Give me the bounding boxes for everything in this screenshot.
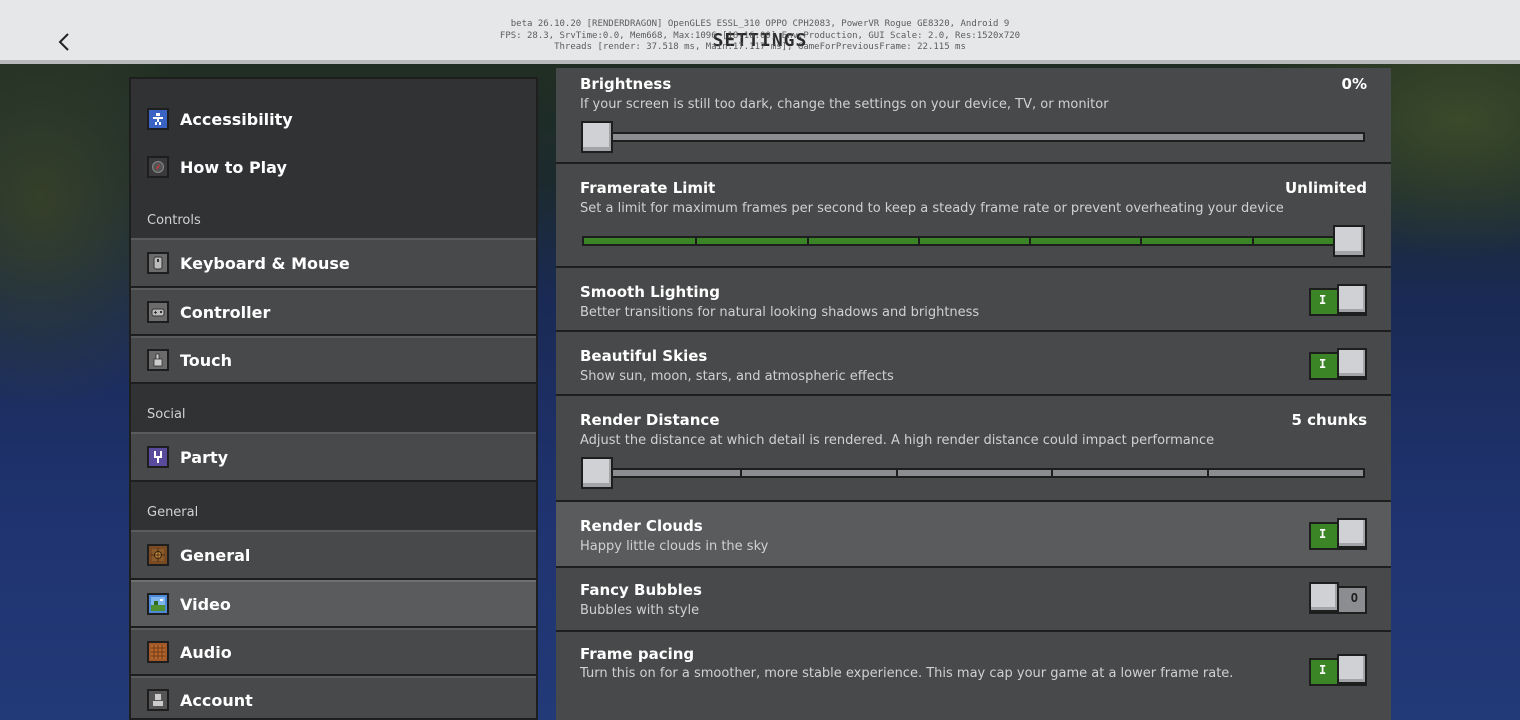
- beautiful-skies-toggle[interactable]: I: [1309, 348, 1367, 382]
- setting-title: Render Clouds: [580, 517, 703, 535]
- setting-description: Show sun, moon, stars, and atmospheric e…: [580, 369, 894, 384]
- brightness-slider[interactable]: [582, 132, 1365, 142]
- section-label-social: Social: [147, 407, 186, 422]
- setting-fancy-bubbles: Fancy Bubbles Bubbles with style O: [556, 568, 1391, 632]
- setting-render-distance: Render Distance 5 chunks Adjust the dist…: [556, 396, 1391, 502]
- slider-notch: [1207, 468, 1209, 478]
- note-block-icon: [147, 641, 169, 663]
- setting-description: Bubbles with style: [580, 603, 700, 618]
- slider-notch: [1252, 236, 1254, 246]
- account-icon: [147, 689, 169, 711]
- debug-line: Threads [render: 37.518 ms, Main:17.117 …: [554, 42, 966, 52]
- slider-notch: [1140, 236, 1142, 246]
- sidebar-item-label: How to Play: [180, 157, 287, 177]
- sidebar-item-general[interactable]: General: [131, 530, 536, 580]
- slider-notch: [1051, 468, 1053, 478]
- sidebar-item-keyboard-mouse[interactable]: Keyboard & Mouse: [131, 238, 536, 288]
- sidebar-item-label: General: [180, 545, 251, 565]
- setting-render-clouds: Render Clouds Happy little clouds in the…: [556, 502, 1391, 568]
- sidebar-item-touch[interactable]: Touch: [131, 336, 536, 384]
- sidebar-item-audio[interactable]: Audio: [131, 628, 536, 676]
- toggle-knob: [1309, 582, 1339, 612]
- slider-notch: [896, 468, 898, 478]
- sidebar-item-label: Audio: [180, 642, 232, 662]
- setting-value: Unlimited: [1285, 179, 1367, 197]
- header-bar: SETTINGS beta 26.10.20 [RENDERDRAGON] Op…: [0, 0, 1520, 64]
- setting-value: 5 chunks: [1291, 411, 1368, 429]
- sidebar-item-account[interactable]: Account: [131, 676, 536, 718]
- toggle-mark: I: [1319, 527, 1327, 541]
- setting-description: Better transitions for natural looking s…: [580, 305, 980, 320]
- setting-description: Set a limit for maximum frames per secon…: [580, 201, 1284, 216]
- accessibility-icon: [147, 108, 169, 130]
- settings-sidebar: Accessibility How to Play Controls Keybo…: [129, 77, 538, 720]
- setting-description: If your screen is still too dark, change…: [580, 97, 1109, 112]
- section-label-controls: Controls: [147, 213, 201, 228]
- smooth-lighting-toggle[interactable]: I: [1309, 284, 1367, 318]
- setting-description: Adjust the distance at which detail is r…: [580, 433, 1215, 448]
- fancy-bubbles-toggle[interactable]: O: [1309, 582, 1367, 616]
- sidebar-item-label: Account: [180, 690, 253, 710]
- toggle-mark: I: [1319, 357, 1327, 371]
- setting-framerate-limit: Framerate Limit Unlimited Set a limit fo…: [556, 164, 1391, 268]
- sidebar-item-label: Accessibility: [180, 109, 293, 129]
- sidebar-item-how-to-play[interactable]: How to Play: [131, 144, 536, 190]
- setting-description: Happy little clouds in the sky: [580, 539, 769, 554]
- toggle-mark: O: [1350, 591, 1358, 605]
- frame-pacing-toggle[interactable]: I: [1309, 654, 1367, 688]
- slider-notch: [695, 236, 697, 246]
- setting-title: Framerate Limit: [580, 179, 716, 197]
- toggle-mark: I: [1319, 663, 1327, 677]
- sidebar-item-label: Keyboard & Mouse: [180, 253, 350, 273]
- render-clouds-toggle[interactable]: I: [1309, 518, 1367, 552]
- setting-title: Brightness: [580, 75, 672, 93]
- setting-brightness: Brightness 0% If your screen is still to…: [556, 68, 1391, 164]
- setting-smooth-lighting: Smooth Lighting Better transitions for n…: [556, 268, 1391, 332]
- framerate-slider[interactable]: [582, 236, 1365, 246]
- slider-notch: [1029, 236, 1031, 246]
- sidebar-item-label: Video: [180, 594, 231, 614]
- sidebar-item-label: Party: [180, 447, 229, 467]
- setting-title: Fancy Bubbles: [580, 581, 702, 599]
- gear-block-icon: [147, 544, 169, 566]
- sidebar-item-label: Touch: [180, 350, 233, 370]
- sidebar-item-label: Controller: [180, 302, 271, 322]
- brightness-slider-thumb[interactable]: [581, 121, 613, 153]
- setting-title: Render Distance: [580, 411, 720, 429]
- toggle-knob: [1337, 518, 1367, 548]
- debug-line: beta 26.10.20 [RENDERDRAGON] OpenGLES ES…: [510, 19, 1010, 29]
- setting-title: Beautiful Skies: [580, 347, 708, 365]
- section-label-general: General: [147, 505, 199, 520]
- sidebar-item-accessibility[interactable]: Accessibility: [131, 96, 536, 142]
- framerate-slider-thumb[interactable]: [1333, 225, 1365, 257]
- mouse-icon: [147, 252, 169, 274]
- sidebar-item-controller[interactable]: Controller: [131, 288, 536, 336]
- hand-icon: [147, 349, 169, 371]
- toggle-knob: [1337, 348, 1367, 378]
- gamepad-icon: [147, 301, 169, 323]
- setting-description: Turn this on for a smoother, more stable…: [580, 666, 1234, 681]
- sidebar-item-video[interactable]: Video: [131, 580, 536, 628]
- toggle-knob: [1337, 654, 1367, 684]
- compass-icon: [147, 156, 169, 178]
- render-distance-slider[interactable]: [582, 468, 1365, 478]
- slider-fill: [584, 238, 1363, 244]
- setting-title: Smooth Lighting: [580, 283, 720, 301]
- toggle-knob: [1337, 284, 1367, 314]
- debug-overlay: beta 26.10.20 [RENDERDRAGON] OpenGLES ES…: [0, 19, 1520, 54]
- setting-beautiful-skies: Beautiful Skies Show sun, moon, stars, a…: [556, 332, 1391, 396]
- slider-notch: [807, 236, 809, 246]
- render-distance-slider-thumb[interactable]: [581, 457, 613, 489]
- setting-frame-pacing: Frame pacing Turn this on for a smoother…: [556, 632, 1391, 720]
- party-icon: [147, 446, 169, 468]
- debug-line: FPS: 28.3, SrvTime:0.0, Mem668, Max:1096…: [499, 30, 1021, 41]
- sidebar-item-party[interactable]: Party: [131, 432, 536, 482]
- setting-value: 0%: [1341, 75, 1367, 93]
- landscape-icon: [147, 593, 169, 615]
- toggle-mark: I: [1319, 293, 1327, 307]
- slider-notch: [740, 468, 742, 478]
- video-settings-panel: Brightness 0% If your screen is still to…: [556, 68, 1391, 720]
- slider-notch: [918, 236, 920, 246]
- setting-title: Frame pacing: [580, 645, 695, 663]
